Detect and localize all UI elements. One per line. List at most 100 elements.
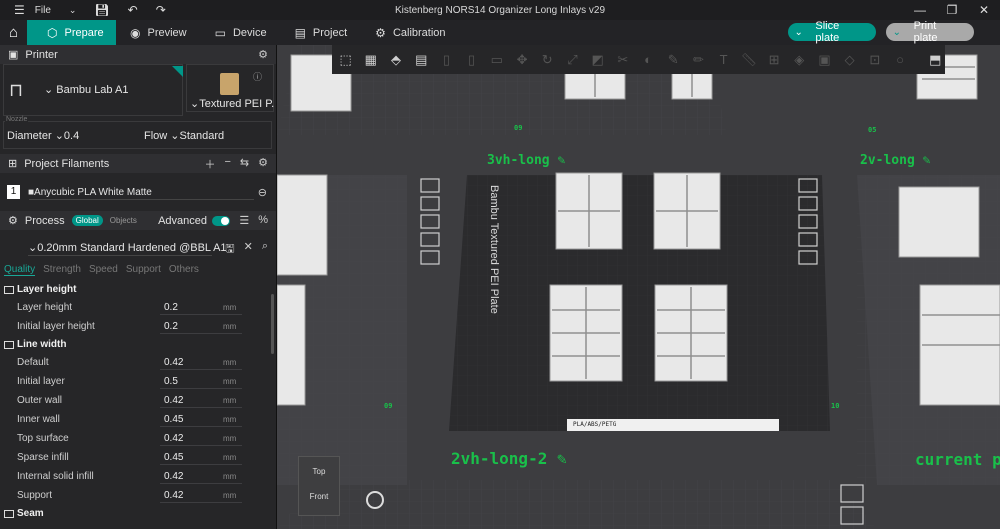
- close-icon[interactable]: ✕: [244, 240, 253, 259]
- tab-preview[interactable]: ◉ Preview: [116, 20, 201, 45]
- support-paint-icon[interactable]: ✎: [664, 49, 683, 71]
- tab-quality[interactable]: Quality: [4, 264, 36, 276]
- setting-value-input[interactable]: 0.42: [164, 471, 183, 482]
- percent-icon[interactable]: %: [258, 214, 268, 227]
- printer-settings-icon[interactable]: ⚙: [258, 48, 268, 61]
- plate-name[interactable]: ⌄Textured PEI P...: [190, 97, 274, 110]
- save-icon[interactable]: 💾︎: [88, 3, 115, 17]
- fuzzy-icon[interactable]: ◇: [840, 49, 859, 71]
- setting-name: Default: [17, 357, 49, 368]
- scale-icon[interactable]: ⤢: [563, 49, 582, 71]
- arrange-icon[interactable]: ▤: [412, 49, 431, 71]
- setting-value-input[interactable]: 0.42: [164, 395, 183, 406]
- compass-icon[interactable]: [366, 491, 384, 509]
- mesh-boolean-icon[interactable]: ◐: [638, 49, 657, 71]
- more-icon[interactable]: ⊖: [258, 186, 267, 199]
- process-preset[interactable]: ⌄0.20mm Standard Hardened @BBL A1 🖫︎ ✕ ⌕: [0, 238, 276, 256]
- settings-scrollbar[interactable]: [271, 294, 274, 354]
- tab-device[interactable]: ▭ Device: [201, 20, 281, 45]
- chevron-down-icon[interactable]: ⌄: [63, 5, 83, 16]
- divider: [160, 407, 242, 408]
- tab-strength[interactable]: Strength: [43, 264, 81, 276]
- plate-label-2v-long[interactable]: 2v-long ✎: [860, 153, 930, 168]
- setting-value-input[interactable]: 0.5: [164, 376, 178, 387]
- tab-others[interactable]: Others: [169, 264, 199, 276]
- minimize-button[interactable]: —: [904, 0, 936, 20]
- emboss-icon[interactable]: ▣: [815, 49, 834, 71]
- setting-name: Inner wall: [17, 414, 60, 425]
- info-icon[interactable]: ⓘ: [253, 70, 262, 83]
- filament-settings-icon[interactable]: ⚙: [258, 156, 268, 172]
- add-object-icon[interactable]: ⬚: [336, 49, 355, 71]
- file-menu[interactable]: File: [29, 5, 57, 16]
- undo-icon[interactable]: ↶: [122, 3, 144, 17]
- setting-row: Layer height 0.2 mm: [0, 298, 276, 317]
- line-width-icon: [4, 340, 14, 349]
- assembly-icon[interactable]: ⊞: [764, 49, 783, 71]
- close-button[interactable]: ✕: [968, 0, 1000, 20]
- sync-icon[interactable]: ⇆: [240, 156, 249, 172]
- tab-speed[interactable]: Speed: [89, 264, 118, 276]
- plate-label-current[interactable]: current p: [915, 450, 1000, 469]
- view-cube[interactable]: Top Front: [298, 456, 340, 516]
- view-settings-icon[interactable]: ⬒: [926, 49, 945, 71]
- flow-field[interactable]: Flow ⌄Standard: [144, 129, 224, 142]
- cut-icon[interactable]: ✂: [613, 49, 632, 71]
- redo-icon[interactable]: ↷: [150, 3, 172, 17]
- setting-value-input[interactable]: 0.42: [164, 357, 183, 368]
- objects-toggle[interactable]: Objects: [110, 216, 137, 225]
- hollow-icon[interactable]: ○: [890, 49, 909, 71]
- measure-icon[interactable]: 📏︎: [739, 49, 758, 71]
- setting-value-input[interactable]: 0.45: [164, 452, 183, 463]
- search-icon[interactable]: ⌕: [262, 240, 268, 259]
- plate-number: 09: [514, 124, 523, 132]
- brim-icon[interactable]: ⊡: [865, 49, 884, 71]
- setting-value-input[interactable]: 0.2: [164, 302, 178, 313]
- tab-support[interactable]: Support: [126, 264, 161, 276]
- text-icon[interactable]: T: [714, 49, 733, 71]
- filament-row[interactable]: 1 ■Anycubic PLA White Matte ⊖: [0, 182, 276, 202]
- divider: [160, 502, 242, 503]
- move-icon[interactable]: ✥: [512, 49, 531, 71]
- orient-icon[interactable]: ⬘: [386, 49, 405, 71]
- add-plate-icon[interactable]: ▦: [361, 49, 380, 71]
- setting-value-input[interactable]: 0.45: [164, 414, 183, 425]
- chevron-down-icon[interactable]: ⌄: [792, 25, 805, 39]
- advanced-toggle[interactable]: Advanced: [158, 215, 230, 227]
- list-icon[interactable]: ☰: [239, 214, 249, 227]
- plate-material-strip: PLA/ABS/PETG: [567, 419, 779, 431]
- plate-label-2vh-long-2[interactable]: 2vh-long-2 ✎: [451, 449, 567, 468]
- setting-value-input[interactable]: 0.42: [164, 433, 183, 444]
- active-plate-grid: [449, 175, 830, 431]
- chevron-down-icon[interactable]: ⌄: [890, 25, 904, 39]
- quality-tabs: Quality Strength Speed Support Others: [4, 264, 199, 276]
- print-plate-button[interactable]: ⌄ Print plate: [886, 20, 974, 44]
- view-cube-front[interactable]: Front: [299, 492, 339, 501]
- setting-value-input[interactable]: 0.42: [164, 490, 183, 501]
- remove-icon[interactable]: −: [224, 156, 230, 172]
- lay-on-face-icon[interactable]: ◩: [588, 49, 607, 71]
- slice-plate-button[interactable]: ⌄ Slice plate: [788, 20, 876, 44]
- global-toggle[interactable]: Global: [71, 215, 103, 226]
- seam-paint-icon[interactable]: ✏: [689, 49, 708, 71]
- save-preset-icon[interactable]: 🖫︎: [225, 240, 234, 259]
- plate-label-3vh-long[interactable]: 3vh-long ✎: [487, 153, 565, 168]
- color-paint-icon[interactable]: ◈: [790, 49, 809, 71]
- split-icon[interactable]: ▯: [437, 49, 456, 71]
- tab-project[interactable]: ▤ Project: [281, 20, 362, 45]
- hamburger-menu-icon[interactable]: ☰: [8, 3, 31, 17]
- advanced-switch[interactable]: [212, 215, 230, 226]
- view-cube-top[interactable]: Top: [299, 467, 339, 476]
- diameter-field[interactable]: Diameter ⌄0.4: [7, 129, 79, 142]
- rotate-icon[interactable]: ↻: [538, 49, 557, 71]
- split-parts-icon[interactable]: ▯: [462, 49, 481, 71]
- maximize-button[interactable]: ❐: [936, 0, 968, 20]
- printer-name[interactable]: ⌄ Bambu Lab A1: [44, 83, 128, 96]
- setting-value-input[interactable]: 0.2: [164, 321, 178, 332]
- variable-layer-icon[interactable]: ▭: [487, 49, 506, 71]
- tab-calibration[interactable]: ⚙ Calibration: [361, 20, 459, 45]
- tab-prepare[interactable]: ⬡ Prepare: [27, 20, 116, 45]
- home-icon[interactable]: ⌂: [0, 20, 27, 45]
- 3d-viewport[interactable]: [277, 45, 1000, 529]
- add-icon[interactable]: ＋: [204, 156, 215, 172]
